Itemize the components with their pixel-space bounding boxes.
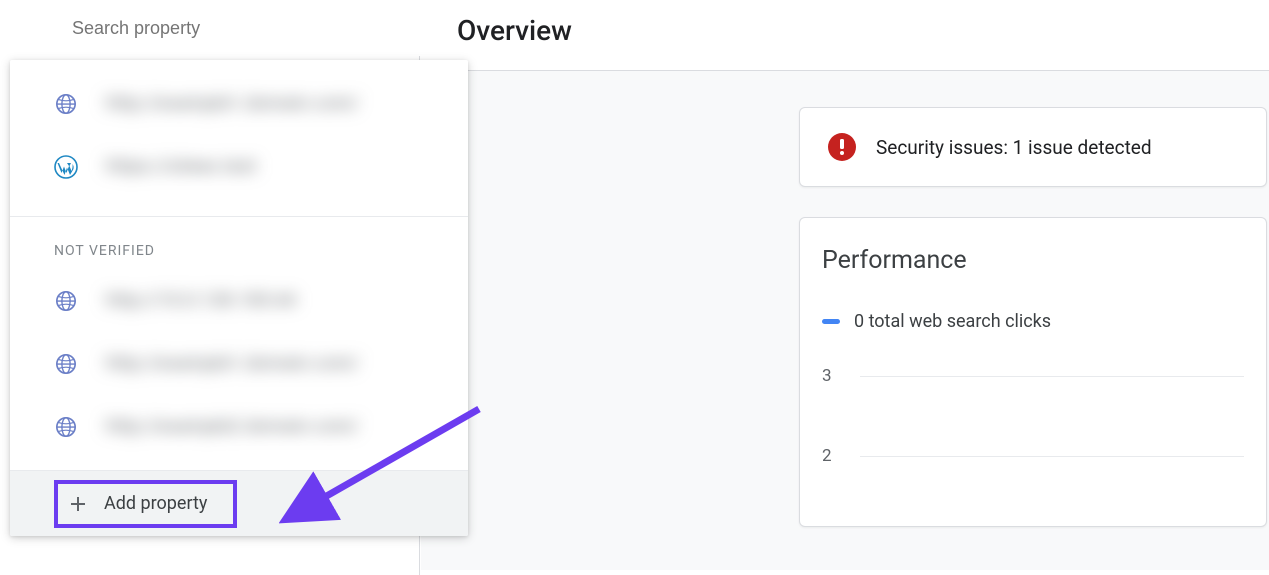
main-content: Overview Security issues: 1 issue detect… bbox=[421, 0, 1269, 575]
property-item[interactable]: http://example1.domain.com/ bbox=[10, 72, 468, 135]
divider bbox=[10, 216, 468, 217]
verified-property-list: http://example1.domain.com/ https://site… bbox=[10, 60, 468, 210]
property-dropdown: http://example1.domain.com/ https://site… bbox=[10, 60, 468, 536]
property-label: http://example2.domain.com/ bbox=[106, 416, 359, 437]
property-label: https://siteex.test bbox=[106, 156, 257, 177]
add-property-label: Add property bbox=[104, 493, 207, 514]
property-label: http://example1.domain.com/ bbox=[106, 93, 359, 114]
series-color-indicator bbox=[822, 319, 840, 324]
property-label: http://example1.domain.com/ bbox=[106, 353, 359, 374]
metric-label: 0 total web search clicks bbox=[854, 311, 1051, 332]
property-item[interactable]: https://siteex.test bbox=[10, 135, 468, 198]
gridline bbox=[860, 376, 1244, 377]
performance-title: Performance bbox=[822, 246, 1244, 275]
tick-label: 2 bbox=[822, 446, 840, 466]
y-tick: 3 bbox=[822, 366, 1244, 386]
alert-icon bbox=[828, 133, 856, 161]
plus-icon bbox=[66, 492, 104, 516]
performance-chart: 3 2 bbox=[822, 366, 1244, 526]
property-item[interactable]: http://example1.domain.com/ bbox=[10, 332, 468, 395]
property-label: http://10.0.128.100.64 bbox=[106, 290, 296, 311]
security-alert-card[interactable]: Security issues: 1 issue detected bbox=[799, 107, 1267, 187]
gridline bbox=[860, 456, 1244, 457]
globe-icon bbox=[54, 352, 78, 376]
property-item[interactable]: http://example2.domain.com/ bbox=[10, 395, 468, 458]
wordpress-icon bbox=[54, 155, 78, 179]
search-property-input[interactable] bbox=[0, 0, 420, 56]
page-title: Overview bbox=[421, 0, 1269, 70]
globe-icon bbox=[54, 92, 78, 116]
globe-icon bbox=[54, 415, 78, 439]
not-verified-label: NOT VERIFIED bbox=[10, 223, 468, 269]
not-verified-property-list: http://10.0.128.100.64 http://example1.d… bbox=[10, 269, 468, 470]
performance-card: Performance 0 total web search clicks 3 … bbox=[799, 217, 1267, 527]
add-property-button[interactable]: Add property bbox=[10, 470, 468, 536]
property-item[interactable]: http://10.0.128.100.64 bbox=[10, 269, 468, 332]
tick-label: 3 bbox=[822, 366, 840, 386]
content-body: Security issues: 1 issue detected Perfor… bbox=[421, 70, 1269, 570]
y-tick: 2 bbox=[822, 446, 1244, 466]
performance-metric: 0 total web search clicks bbox=[822, 311, 1244, 332]
globe-icon bbox=[54, 289, 78, 313]
security-alert-text: Security issues: 1 issue detected bbox=[876, 136, 1152, 159]
